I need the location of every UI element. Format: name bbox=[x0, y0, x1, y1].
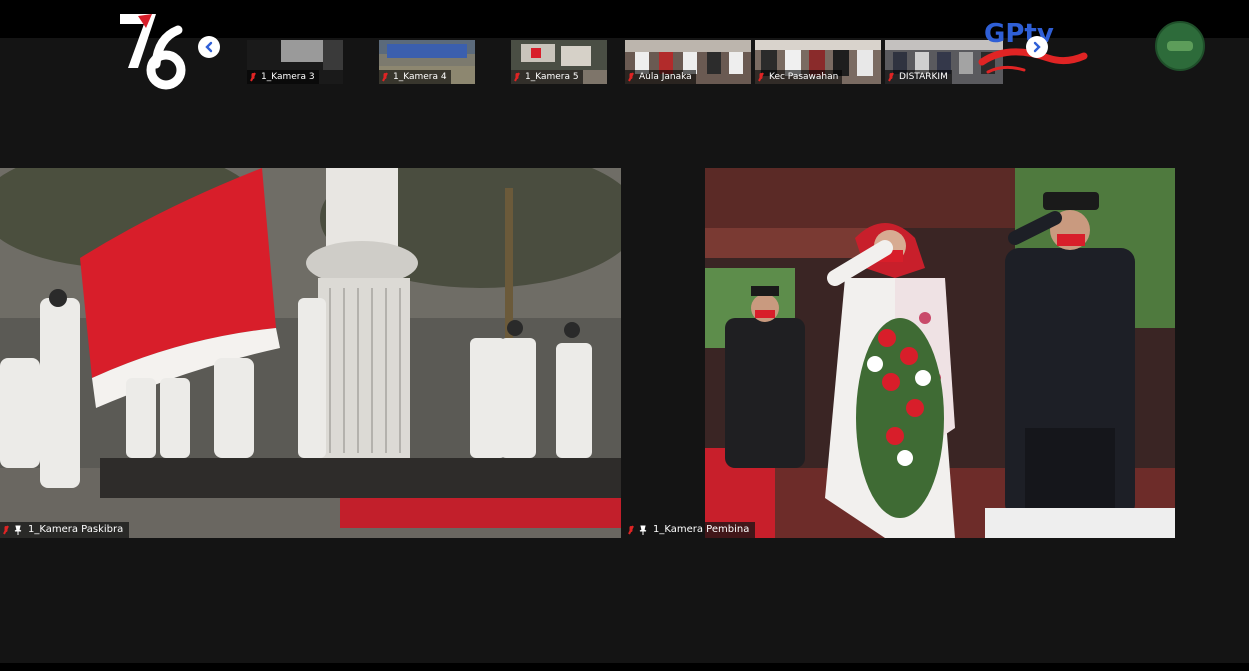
thumbnail-tile[interactable]: 1_Kamera 3 bbox=[247, 40, 343, 84]
video-feed-pembina bbox=[625, 168, 1175, 538]
thumbnail-label: 1_Kamera 5 bbox=[511, 70, 583, 84]
video-tile-paskibra[interactable]: 1_Kamera Paskibra bbox=[0, 168, 621, 538]
chevron-right-icon bbox=[1033, 41, 1041, 53]
thumbnail-tile[interactable]: 1_Kamera 5 bbox=[511, 40, 607, 84]
anniversary-logo-text: 76 bbox=[116, 8, 118, 9]
mic-muted-icon bbox=[382, 72, 388, 82]
mic-muted-icon bbox=[3, 525, 9, 535]
thumbnail-label: DISTARKIM bbox=[885, 70, 952, 84]
chevron-left-icon bbox=[205, 41, 213, 53]
emblem-inner bbox=[1167, 41, 1193, 51]
mic-muted-icon bbox=[758, 72, 764, 82]
mic-muted-icon bbox=[628, 72, 634, 82]
thumbnail-name: Aula Janaka bbox=[639, 72, 692, 82]
thumbnail-name: DISTARKIM bbox=[899, 72, 948, 82]
thumbnails-prev-button[interactable] bbox=[198, 36, 220, 58]
thumbnail-name: 1_Kamera 4 bbox=[393, 72, 447, 82]
thumbnail-label: 1_Kamera 3 bbox=[247, 70, 319, 84]
mic-muted-icon bbox=[888, 72, 894, 82]
tile-label: 1_Kamera Pembina bbox=[625, 522, 756, 538]
thumbnail-tile[interactable]: Kec Pasawahan bbox=[755, 40, 881, 84]
thumbnail-name: 1_Kamera 5 bbox=[525, 72, 579, 82]
tile-label: 1_Kamera Paskibra bbox=[0, 522, 130, 538]
thumbnail-label: 1_Kamera 4 bbox=[379, 70, 451, 84]
thumbnail-label: Aula Janaka bbox=[625, 70, 696, 84]
mic-muted-icon bbox=[250, 72, 256, 82]
mic-muted-icon bbox=[514, 72, 520, 82]
thumbnail-tile[interactable]: Aula Janaka bbox=[625, 40, 751, 84]
thumbnail-label: Kec Pasawahan bbox=[755, 70, 843, 84]
pin-icon bbox=[639, 525, 647, 535]
pin-icon bbox=[14, 525, 22, 535]
thumbnails-next-button[interactable] bbox=[1026, 36, 1048, 58]
thumbnail-name: Kec Pasawahan bbox=[769, 72, 839, 82]
partner-emblem-logo bbox=[1155, 21, 1205, 71]
bottom-bar bbox=[0, 663, 1249, 671]
video-tile-pembina[interactable]: 1_Kamera Pembina bbox=[625, 168, 1175, 538]
tile-name: 1_Kamera Pembina bbox=[653, 524, 750, 535]
anniversary-76-logo: 76 bbox=[116, 8, 186, 90]
mic-muted-icon bbox=[628, 525, 634, 535]
thumbnail-name: 1_Kamera 3 bbox=[261, 72, 315, 82]
tile-name: 1_Kamera Paskibra bbox=[28, 524, 124, 535]
thumbnail-tile[interactable]: 1_Kamera 4 bbox=[379, 40, 475, 84]
video-feed-paskibra bbox=[0, 168, 621, 538]
